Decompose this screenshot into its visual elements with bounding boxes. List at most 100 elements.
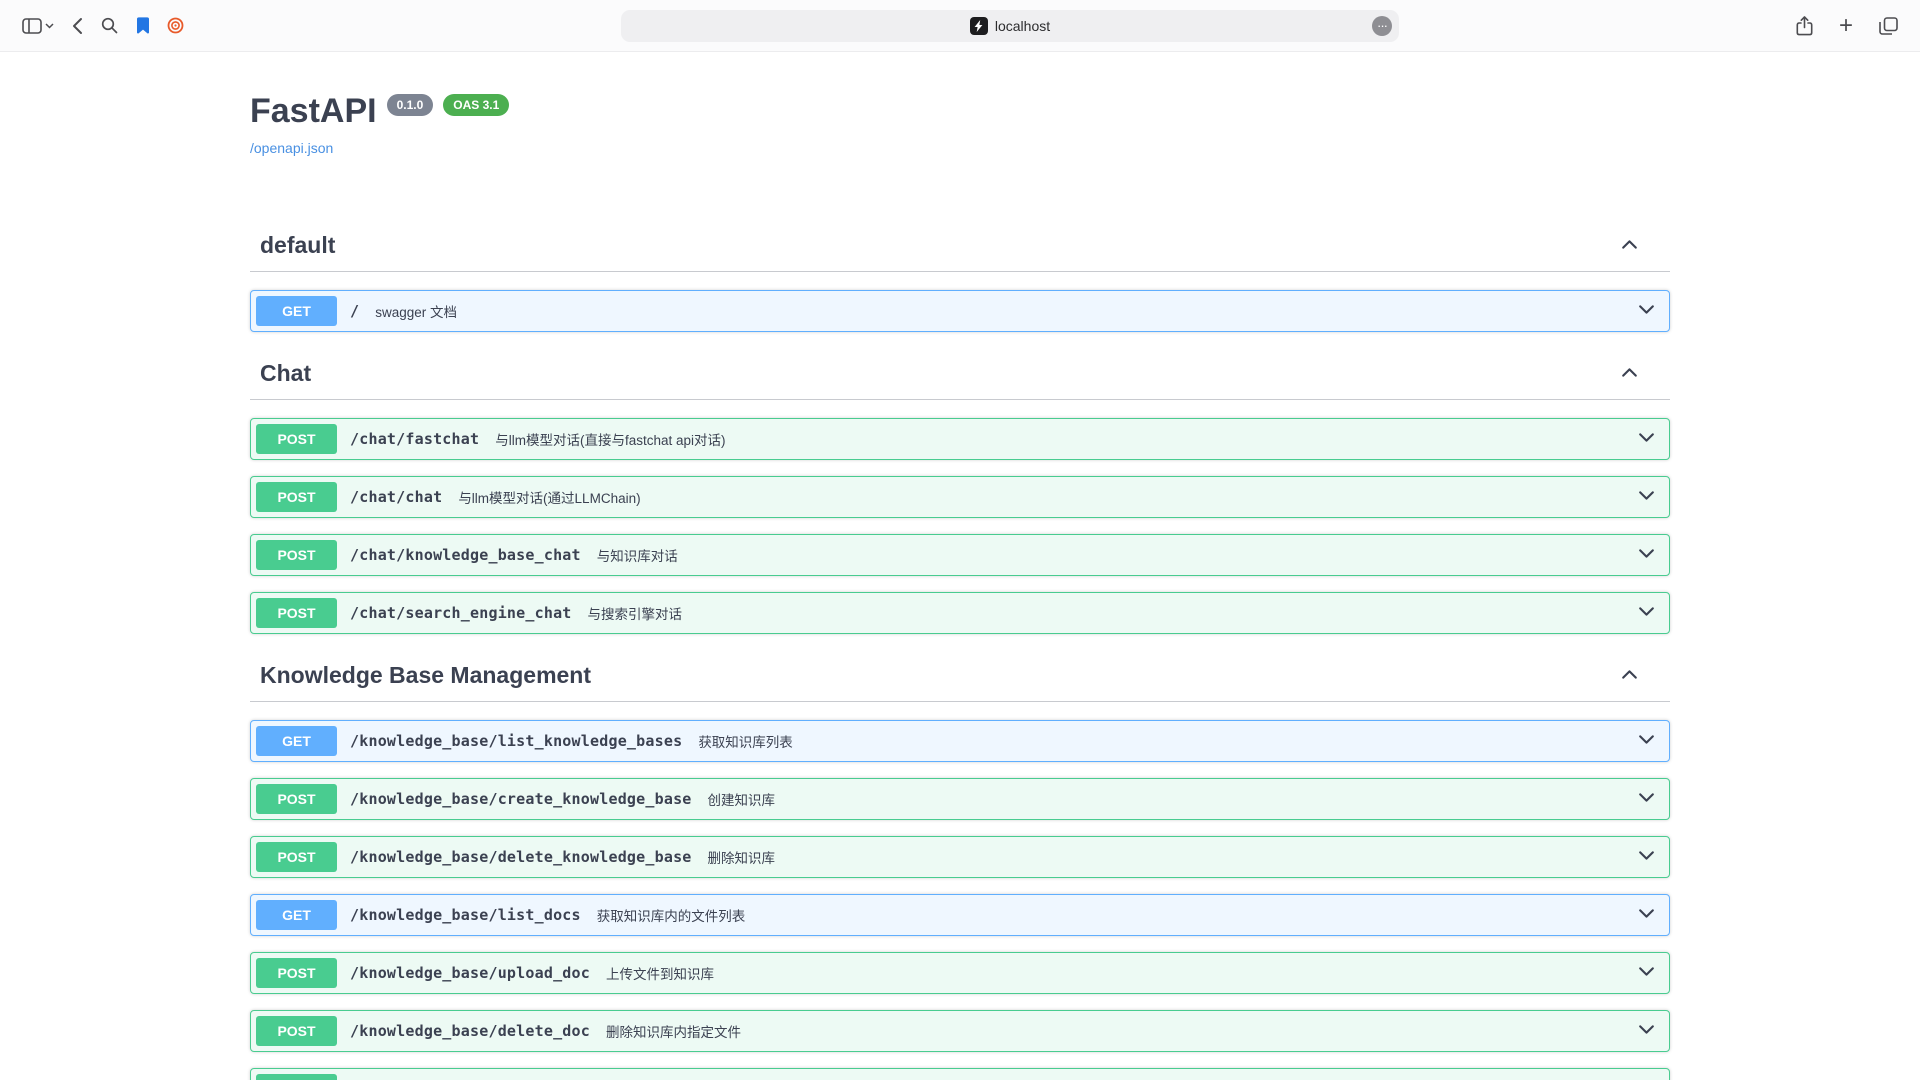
tab-overview-button[interactable] xyxy=(1875,13,1902,39)
chevron-down-icon xyxy=(1636,903,1657,927)
plus-icon: + xyxy=(1839,16,1853,36)
extension-bookmark-icon[interactable] xyxy=(132,14,154,37)
expand-endpoint-button[interactable] xyxy=(1636,601,1657,625)
endpoint-row[interactable]: GET / swagger 文档 xyxy=(250,290,1670,332)
endpoint-description: swagger 文档 xyxy=(375,301,457,321)
expand-endpoint-button[interactable] xyxy=(1636,485,1657,509)
expand-endpoint-button[interactable] xyxy=(1636,729,1657,753)
section-title: Knowledge Base Management xyxy=(260,662,591,689)
endpoint-description: 获取知识库内的文件列表 xyxy=(597,905,746,925)
endpoint-description: 获取知识库列表 xyxy=(698,731,793,751)
endpoint-row[interactable]: POST /knowledge_base/create_knowledge_ba… xyxy=(250,778,1670,820)
endpoint-path: /knowledge_base/delete_doc xyxy=(350,1022,590,1040)
oas-badge: OAS 3.1 xyxy=(443,94,509,116)
endpoint-path: /knowledge_base/list_docs xyxy=(350,906,581,924)
endpoint-description: 与知识库对话 xyxy=(597,545,678,565)
section-endpoints: POST /chat/fastchat 与llm模型对话(直接与fastchat… xyxy=(250,400,1670,634)
back-button[interactable] xyxy=(68,13,87,39)
expand-endpoint-button[interactable] xyxy=(1636,427,1657,451)
version-badge: 0.1.0 xyxy=(387,94,434,116)
address-bar[interactable]: localhost ··· xyxy=(621,10,1399,42)
api-tag-section: Knowledge Base Management GET /knowledge… xyxy=(250,650,1670,1080)
endpoint-path: /knowledge_base/upload_doc xyxy=(350,964,590,982)
chevron-down-icon xyxy=(1636,485,1657,509)
expand-endpoint-button[interactable] xyxy=(1636,961,1657,985)
method-badge: POST xyxy=(256,598,337,628)
collapse-section-button[interactable] xyxy=(1619,362,1640,386)
chevron-down-icon xyxy=(1636,729,1657,753)
method-badge: POST xyxy=(256,1074,337,1080)
sidebar-toggle-button[interactable] xyxy=(18,14,58,38)
expand-endpoint-button[interactable] xyxy=(1636,903,1657,927)
endpoint-path: /chat/chat xyxy=(350,488,442,506)
expand-endpoint-button[interactable] xyxy=(1636,845,1657,869)
endpoint-description: 删除知识库内指定文件 xyxy=(606,1021,741,1041)
swagger-content: FastAPI 0.1.0 OAS 3.1 /openapi.json defa… xyxy=(230,92,1690,1080)
endpoint-row[interactable]: POST /chat/chat 与llm模型对话(通过LLMChain) xyxy=(250,476,1670,518)
endpoint-description: 与llm模型对话(直接与fastchat api对话) xyxy=(495,429,725,449)
chevron-down-icon xyxy=(1636,787,1657,811)
endpoint-description: 与搜索引擎对话 xyxy=(588,603,683,623)
method-badge: POST xyxy=(256,540,337,570)
openapi-spec-link[interactable]: /openapi.json xyxy=(250,140,333,156)
method-badge: GET xyxy=(256,900,337,930)
endpoint-row[interactable]: POST /chat/knowledge_base_chat 与知识库对话 xyxy=(250,534,1670,576)
method-badge: POST xyxy=(256,482,337,512)
endpoint-row[interactable]: POST /knowledge_base/delete_doc 删除知识库内指定… xyxy=(250,1010,1670,1052)
api-info: FastAPI 0.1.0 OAS 3.1 /openapi.json xyxy=(250,92,1670,158)
extension-target-icon[interactable] xyxy=(164,14,187,37)
endpoint-path: /knowledge_base/list_knowledge_bases xyxy=(350,732,682,750)
toolbar-left-group xyxy=(18,13,278,39)
method-badge: POST xyxy=(256,842,337,872)
url-text: localhost xyxy=(995,18,1050,34)
chevron-up-icon xyxy=(1619,362,1640,386)
endpoint-row[interactable]: POST /knowledge_base/upload_doc 上传文件到知识库 xyxy=(250,952,1670,994)
site-favicon-bolt-icon xyxy=(970,17,988,35)
method-badge: GET xyxy=(256,726,337,756)
page-settings-icon[interactable]: ··· xyxy=(1372,16,1392,36)
tag-header[interactable]: Knowledge Base Management xyxy=(250,650,1670,702)
endpoint-path: /chat/knowledge_base_chat xyxy=(350,546,581,564)
endpoint-path: /knowledge_base/delete_knowledge_base xyxy=(350,848,692,866)
chevron-down-icon xyxy=(1636,1019,1657,1043)
chevron-down-icon xyxy=(1636,845,1657,869)
expand-endpoint-button[interactable] xyxy=(1636,787,1657,811)
expand-endpoint-button[interactable] xyxy=(1636,299,1657,323)
endpoint-row[interactable]: POST /knowledge_base/update_doc 更新现有文件到知… xyxy=(250,1068,1670,1080)
expand-endpoint-button[interactable] xyxy=(1636,543,1657,567)
collapse-section-button[interactable] xyxy=(1619,234,1640,258)
share-button[interactable] xyxy=(1792,12,1817,40)
method-badge: GET xyxy=(256,296,337,326)
section-title: Chat xyxy=(260,360,311,387)
method-badge: POST xyxy=(256,784,337,814)
search-icon-button[interactable] xyxy=(97,13,122,38)
endpoint-description: 与llm模型对话(通过LLMChain) xyxy=(458,487,640,507)
endpoint-description: 上传文件到知识库 xyxy=(606,963,714,983)
api-sections: default GET / swagger 文档 Chat xyxy=(250,220,1670,1080)
endpoint-description: 删除知识库 xyxy=(708,847,776,867)
section-endpoints: GET /knowledge_base/list_knowledge_bases… xyxy=(250,702,1670,1080)
tag-header[interactable]: default xyxy=(250,220,1670,272)
endpoint-row[interactable]: GET /knowledge_base/list_knowledge_bases… xyxy=(250,720,1670,762)
collapse-section-button[interactable] xyxy=(1619,664,1640,688)
new-tab-button[interactable]: + xyxy=(1835,12,1857,40)
chevron-down-icon xyxy=(1636,299,1657,323)
toolbar-right-group: + xyxy=(1742,12,1902,40)
endpoint-row[interactable]: POST /chat/search_engine_chat 与搜索引擎对话 xyxy=(250,592,1670,634)
endpoint-path: /chat/fastchat xyxy=(350,430,479,448)
endpoint-row[interactable]: GET /knowledge_base/list_docs 获取知识库内的文件列… xyxy=(250,894,1670,936)
section-title: default xyxy=(260,232,335,259)
chevron-down-icon xyxy=(1636,601,1657,625)
chevron-up-icon xyxy=(1619,234,1640,258)
method-badge: POST xyxy=(256,958,337,988)
endpoint-path: /knowledge_base/create_knowledge_base xyxy=(350,790,692,808)
tag-header[interactable]: Chat xyxy=(250,348,1670,400)
endpoint-row[interactable]: POST /chat/fastchat 与llm模型对话(直接与fastchat… xyxy=(250,418,1670,460)
endpoint-path: /chat/search_engine_chat xyxy=(350,604,572,622)
chevron-down-icon xyxy=(1636,543,1657,567)
endpoint-row[interactable]: POST /knowledge_base/delete_knowledge_ba… xyxy=(250,836,1670,878)
api-title-text: FastAPI xyxy=(250,92,377,131)
expand-endpoint-button[interactable] xyxy=(1636,1019,1657,1043)
api-tag-section: default GET / swagger 文档 xyxy=(250,220,1670,332)
section-endpoints: GET / swagger 文档 xyxy=(250,272,1670,332)
